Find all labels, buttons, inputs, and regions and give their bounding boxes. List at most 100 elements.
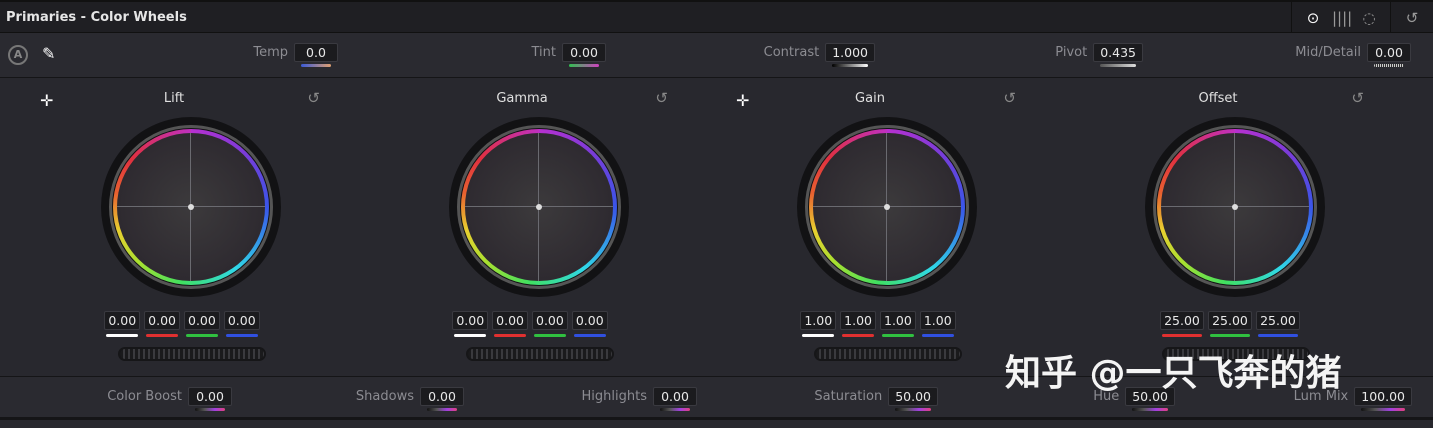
reset-icon[interactable]: ↺ bbox=[1351, 89, 1364, 107]
reset-icon[interactable]: ↺ bbox=[307, 89, 320, 107]
color-wheel[interactable] bbox=[449, 117, 629, 297]
param-slider-bar[interactable] bbox=[427, 408, 457, 411]
param-value-field[interactable]: 0.00 bbox=[562, 43, 606, 67]
channel-value: 1.00 bbox=[804, 313, 833, 328]
channel-value: 1.00 bbox=[923, 313, 952, 328]
channel-color-bar bbox=[186, 334, 218, 337]
channel-color-bar bbox=[534, 334, 566, 337]
color-wheel[interactable] bbox=[797, 117, 977, 297]
reset-all-icon[interactable]: ↺ bbox=[1403, 9, 1421, 27]
reset-icon[interactable]: ↺ bbox=[655, 89, 668, 107]
param-slider-bar[interactable] bbox=[1132, 408, 1168, 411]
eyedropper-icon[interactable]: ✎ bbox=[42, 44, 55, 63]
channel-value-field[interactable]: 0.00 bbox=[223, 311, 260, 337]
bars-icon[interactable]: |||| bbox=[1332, 9, 1352, 27]
param-label: Contrast bbox=[763, 45, 820, 60]
auto-balance-icon[interactable]: A bbox=[8, 45, 28, 65]
channel-value: 0.00 bbox=[496, 313, 524, 328]
color-wheels-icon[interactable]: ⊙ bbox=[1304, 9, 1322, 27]
channel-color-bar bbox=[1258, 334, 1298, 337]
channel-value: 1.00 bbox=[884, 313, 912, 328]
channel-value-field[interactable]: 25.00 bbox=[1208, 311, 1252, 337]
channel-value: 1.00 bbox=[844, 313, 872, 328]
color-wheel[interactable] bbox=[101, 117, 281, 297]
channel-value-field[interactable]: 1.00 bbox=[880, 311, 916, 337]
wheel-panel-offset: Offset ↺ 25.00 25.00 25.00 bbox=[1044, 79, 1392, 376]
watermark: 知乎 @一只飞奔的猪 bbox=[1005, 353, 1342, 394]
param-slider-bar[interactable] bbox=[660, 408, 690, 411]
channel-color-bar bbox=[1162, 334, 1202, 337]
param-saturation: Saturation 50.00 bbox=[814, 387, 938, 411]
param-color-boost: Color Boost 0.00 bbox=[107, 387, 232, 411]
param-slider-bar[interactable] bbox=[195, 408, 225, 411]
param-value-field[interactable]: 50.00 bbox=[888, 387, 938, 411]
param-value-field[interactable]: 0.0 bbox=[294, 43, 338, 67]
channel-value-field[interactable]: 1.00 bbox=[919, 311, 956, 337]
channel-value-field[interactable]: 0.00 bbox=[571, 311, 608, 337]
master-wheel-jog[interactable] bbox=[814, 347, 962, 361]
channel-value: 25.00 bbox=[1164, 313, 1200, 328]
wheel-label: Offset bbox=[1198, 91, 1238, 106]
param-value: 0.00 bbox=[661, 389, 689, 404]
channel-value-field[interactable]: 25.00 bbox=[1160, 311, 1204, 337]
wheel-label: Gamma bbox=[496, 91, 548, 106]
param-slider-bar[interactable] bbox=[1100, 64, 1136, 67]
param-value: 0.00 bbox=[428, 389, 456, 404]
param-tint: Tint 0.00 bbox=[531, 43, 606, 67]
param-slider-bar[interactable] bbox=[569, 64, 599, 67]
param-pivot: Pivot 0.435 bbox=[1055, 43, 1143, 67]
param-value-field[interactable]: 1.000 bbox=[825, 43, 875, 67]
param-value-field[interactable]: 100.00 bbox=[1354, 387, 1412, 411]
channel-value-field[interactable]: 25.00 bbox=[1256, 311, 1300, 337]
param-slider-bar[interactable] bbox=[832, 64, 868, 67]
param-value: 0.00 bbox=[196, 389, 224, 404]
channel-color-bar bbox=[921, 334, 954, 337]
param-value-field[interactable]: 0.00 bbox=[1367, 43, 1411, 67]
channel-value: 25.00 bbox=[1260, 313, 1296, 328]
param-value: 100.00 bbox=[1361, 389, 1405, 404]
param-highlights: Highlights 0.00 bbox=[582, 387, 697, 411]
param-value-field[interactable]: 0.00 bbox=[653, 387, 697, 411]
channel-value-field[interactable]: 0.00 bbox=[532, 311, 568, 337]
channel-value-field[interactable]: 0.00 bbox=[144, 311, 180, 337]
param-value-field[interactable]: 0.435 bbox=[1093, 43, 1143, 67]
param-label: Tint bbox=[531, 45, 557, 60]
param-value: 0.435 bbox=[1100, 45, 1136, 60]
wheel-handle[interactable] bbox=[1232, 204, 1238, 210]
wheel-handle[interactable] bbox=[536, 204, 542, 210]
channel-value: 0.00 bbox=[148, 313, 176, 328]
channel-value: 0.00 bbox=[575, 313, 604, 328]
channel-value-field[interactable]: 0.00 bbox=[184, 311, 220, 337]
reset-icon[interactable]: ↺ bbox=[1003, 89, 1016, 107]
master-wheel-jog[interactable] bbox=[466, 347, 614, 361]
param-value-field[interactable]: 0.00 bbox=[420, 387, 464, 411]
channel-value-field[interactable]: 0.00 bbox=[452, 311, 489, 337]
channel-value-field[interactable]: 1.00 bbox=[800, 311, 837, 337]
wheel-handle[interactable] bbox=[188, 204, 194, 210]
param-label: Saturation bbox=[814, 389, 883, 404]
master-wheel-jog[interactable] bbox=[118, 347, 266, 361]
param-slider-bar[interactable] bbox=[1361, 408, 1405, 411]
param-value-field[interactable]: 0.00 bbox=[188, 387, 232, 411]
param-label: Temp bbox=[253, 45, 288, 60]
channel-value-field[interactable]: 1.00 bbox=[840, 311, 876, 337]
param-slider-bar[interactable] bbox=[895, 408, 931, 411]
param-value: 0.00 bbox=[1375, 45, 1403, 60]
color-wheel[interactable] bbox=[1145, 117, 1325, 297]
param-slider-bar[interactable] bbox=[301, 64, 331, 67]
param-label: Color Boost bbox=[107, 389, 182, 404]
wheel-panel-gamma: Gamma ↺ 0.00 0.00 0.00 0.00 bbox=[348, 79, 696, 376]
channel-value: 0.00 bbox=[108, 313, 137, 328]
param-slider-bar[interactable] bbox=[1374, 64, 1404, 67]
channel-color-bar bbox=[1210, 334, 1250, 337]
param-label: Pivot bbox=[1055, 45, 1088, 60]
param-value: 0.00 bbox=[570, 45, 598, 60]
channel-color-bar bbox=[454, 334, 487, 337]
wheel-panel-gain: ✛ Gain ↺ 1.00 1.00 1.00 1.00 bbox=[696, 79, 1044, 376]
channel-value-field[interactable]: 0.00 bbox=[104, 311, 141, 337]
channel-value-field[interactable]: 0.00 bbox=[492, 311, 528, 337]
channel-color-bar bbox=[573, 334, 606, 337]
channel-color-bar bbox=[842, 334, 874, 337]
wheel-handle[interactable] bbox=[884, 204, 890, 210]
log-wheels-icon[interactable]: ◌ bbox=[1360, 9, 1378, 27]
